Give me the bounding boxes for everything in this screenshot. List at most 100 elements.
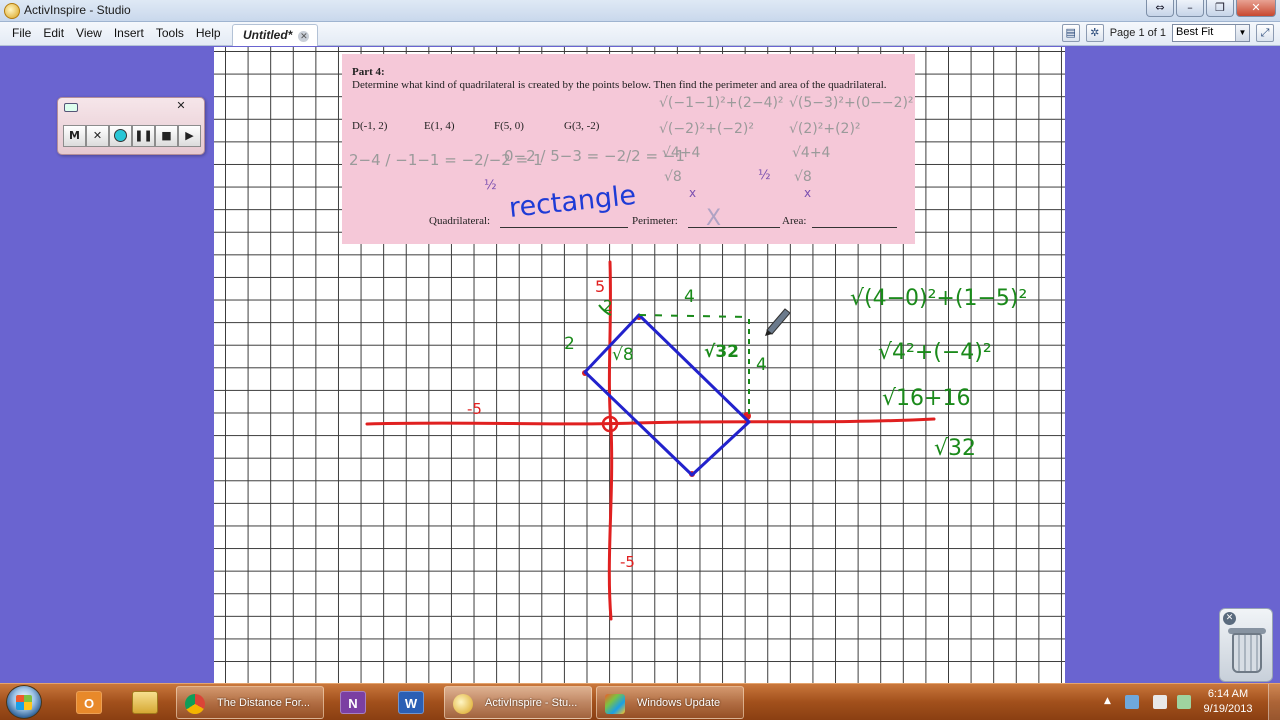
ws-calc-distance-2: √(−2)²+(−2)² [659,121,754,137]
run-label: 4 [684,287,695,307]
half-mark-2: ½ [758,168,771,183]
worksheet-pencil-work: 2−4 / −1−1 = −2/−2 = 1 0−2 / 5−3 = −2/2 … [349,95,914,185]
side-sqrt32-label: √32 [704,342,739,362]
windows-update-icon [605,694,625,714]
clock-time: 6:14 AM [1207,688,1249,700]
menu-bar: File Edit View Insert Tools Help Untitle… [0,22,1280,46]
menu-edit[interactable]: Edit [37,26,70,40]
main-menu: File Edit View Insert Tools Help [6,26,227,40]
taskbar-pin-word[interactable]: W [384,687,438,718]
zoom-select-value: Best Fit [1176,26,1214,38]
distance-work-line-2: √4²+(−4)² [878,340,992,365]
taskbar-task-activinspire[interactable]: ActivInspire - Stu... [444,686,592,719]
answer-rectangle-handwriting: rectangle [507,180,637,224]
chevron-down-icon: ▼ [1235,25,1249,41]
battery-icon[interactable] [1153,695,1167,709]
taskbar: O The Distance For... N W ActivInspire -… [0,683,1280,720]
recorder-stop-button[interactable]: ■ [155,125,178,147]
trash-can-widget[interactable]: ✕ [1219,608,1273,682]
windows-logo-icon [16,695,32,710]
clock-date: 9/19/2013 [1203,703,1253,715]
ws-calc-distance-4: √8 [664,169,682,185]
onenote-icon: N [340,691,366,714]
recorder-toolbar[interactable]: ✕ M ✕ ❚❚ ■ ▶ [57,97,205,155]
task-label-windows-update: Windows Update [637,697,721,709]
menu-help[interactable]: Help [190,26,227,40]
distance-work-line-1: √(4−0)²+(1−5)² [850,286,1027,311]
activinspire-icon [453,694,473,714]
coordinate-axes [365,260,936,621]
menu-tools[interactable]: Tools [150,26,190,40]
short-rise-label: 2 [603,297,613,315]
action-center-icon[interactable] [1177,695,1191,709]
recorder-record-button[interactable] [109,125,132,147]
zoom-select[interactable]: Best Fit ▼ [1172,24,1250,42]
recorder-pause-button[interactable]: ❚❚ [132,125,155,147]
activinspire-app-icon [4,3,20,19]
short-run-label: 2 [564,334,575,354]
trash-icon [1232,633,1262,673]
ws-calc-distance-7: √4+4 [792,145,831,161]
camera-icon [64,103,78,112]
distance-work-line-3: √16+16 [882,386,970,411]
outlook-icon: O [76,691,102,714]
side-sqrt8-label: √8 [612,345,634,365]
page-indicator: Page 1 of 1 [1109,27,1166,39]
record-icon [114,129,127,142]
page-settings-icon[interactable]: ✲ [1085,24,1104,42]
folder-icon [132,691,158,714]
ws-calc-distance-6: √(2)²+(2)² [789,121,861,137]
taskbar-pin-onenote[interactable]: N [326,687,380,718]
ws-calc-distance-3: √4+4 [662,145,701,161]
page-notes-icon[interactable]: ▤ [1061,24,1080,42]
network-icon[interactable] [1125,695,1139,709]
show-desktop-button[interactable] [1268,684,1280,720]
recorder-mode-button[interactable]: M [63,125,86,147]
distance-work-line-4: √32 [934,436,976,461]
pen-cursor-icon [765,308,791,336]
distance-work: √(4−0)²+(1−5)² √4²+(−4)² √16+16 √32 [850,286,1027,461]
minimize-button[interactable]: – [1176,0,1204,17]
annotation-layer: 2−4 / −1−1 = −2/−2 = 1 0−2 / 5−3 = −2/2 … [349,95,1027,621]
window-controls: ⇔ – ❐ ✕ [1146,0,1276,17]
perimeter-pencil-mark: X [706,206,721,231]
ws-calc-slope-2: 0−2 / 5−3 = −2/2 = −1 [504,147,685,165]
close-button[interactable]: ✕ [1236,0,1276,17]
menu-insert[interactable]: Insert [108,26,150,40]
show-hidden-icons-button[interactable]: ▲ [1104,696,1111,706]
start-button[interactable] [6,685,42,719]
maximize-button[interactable]: ❐ [1206,0,1234,17]
y-axis-label-neg5: -5 [620,553,635,571]
recorder-play-button[interactable]: ▶ [178,125,201,147]
x-axis [365,417,936,426]
document-tab-label: Untitled* [243,28,293,42]
rise-label: 4 [756,355,767,375]
flipchart-canvas[interactable]: Part 4: Determine what kind of quadrilat… [214,47,1065,683]
title-bar: ActivInspire - Studio ⇔ – ❐ ✕ [0,0,1280,22]
task-label-activinspire: ActivInspire - Stu... [485,697,578,709]
trash-close-icon[interactable]: ✕ [1223,612,1236,625]
taskbar-pin-explorer[interactable] [118,687,172,718]
run-dashed-line [638,314,750,318]
menu-file[interactable]: File [6,26,37,40]
close-tab-icon[interactable]: ✕ [298,31,310,42]
restore-window-button[interactable]: ⇔ [1146,0,1174,17]
x-mark-2: x [804,186,811,200]
task-label-chrome: The Distance For... [217,697,310,709]
ws-calc-distance-5: √(5−3)²+(0−−2)² [789,95,914,111]
recorder-close-button[interactable]: ✕ [174,100,188,112]
word-icon: W [398,691,424,714]
window-title: ActivInspire - Studio [24,3,131,17]
taskbar-task-windows-update[interactable]: Windows Update [596,686,744,719]
ws-calc-distance-8: √8 [794,169,812,185]
menu-view[interactable]: View [70,26,108,40]
recorder-cancel-button[interactable]: ✕ [86,125,109,147]
taskbar-clock[interactable]: 6:14 AM 9/19/2013 [1196,687,1260,717]
taskbar-pin-outlook[interactable]: O [62,687,116,718]
document-tab[interactable]: Untitled* ✕ [232,24,319,46]
fullscreen-icon[interactable]: ⤢ [1256,24,1274,42]
recorder-buttons: M ✕ ❚❚ ■ ▶ [63,125,201,147]
ws-calc-distance-1: √(−1−1)²+(2−4)² [659,95,784,111]
taskbar-task-chrome[interactable]: The Distance For... [176,686,324,719]
chrome-icon [185,694,205,714]
